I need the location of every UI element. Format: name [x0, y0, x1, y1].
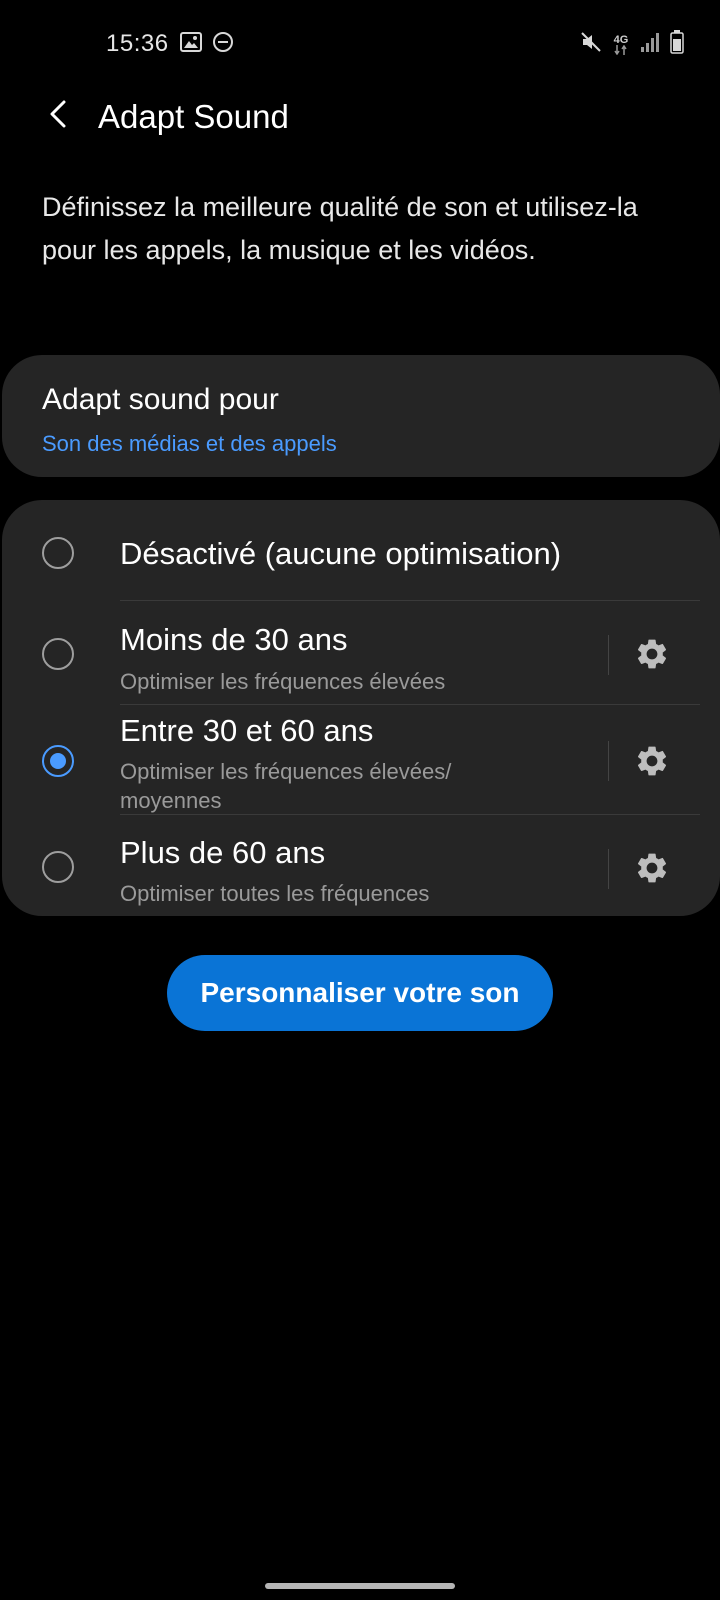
- option-subtitle: Optimiser toutes les fréquences: [120, 881, 430, 906]
- radio-button-selected[interactable]: [42, 745, 74, 777]
- vertical-separator: [608, 635, 609, 675]
- back-button[interactable]: [34, 92, 82, 140]
- radio-button[interactable]: [42, 851, 74, 883]
- navigation-gesture-handle[interactable]: [265, 1583, 455, 1589]
- option-under-30[interactable]: Moins de 30 ans Optimiser les fréquences…: [2, 601, 720, 701]
- signal-icon: [640, 31, 660, 58]
- network-4g-icon: 4G: [612, 34, 630, 55]
- image-icon: [180, 32, 202, 57]
- option-title: Moins de 30 ans: [120, 622, 348, 657]
- radio-button[interactable]: [42, 537, 74, 569]
- chevron-left-icon: [46, 98, 70, 135]
- app-header: Adapt Sound: [0, 86, 720, 150]
- option-title: Désactivé (aucune optimisation): [120, 536, 562, 571]
- dnd-icon: [212, 31, 234, 58]
- option-subtitle: Optimiser les fréquences élevées: [120, 669, 446, 694]
- vertical-separator: [608, 849, 609, 889]
- adapt-sound-for-value: Son des médias et des appels: [42, 431, 337, 456]
- option-off[interactable]: Désactivé (aucune optimisation): [2, 500, 720, 590]
- status-right-icons: 4G: [580, 30, 684, 59]
- age-options-card: Désactivé (aucune optimisation) Moins de…: [2, 500, 720, 916]
- status-bar: 15:36 4G: [0, 0, 720, 90]
- settings-gear-icon[interactable]: [632, 848, 672, 888]
- option-title: Plus de 60 ans: [120, 835, 326, 870]
- adapt-sound-for-setting[interactable]: Adapt sound pour Son des médias et des a…: [2, 355, 720, 477]
- option-title: Entre 30 et 60 ans: [120, 713, 374, 748]
- status-time: 15:36: [106, 30, 169, 57]
- option-subtitle: Optimiser les fréquences élevées/ moyenn…: [120, 759, 452, 813]
- option-over-60[interactable]: Plus de 60 ans Optimiser toutes les fréq…: [2, 815, 720, 915]
- adapt-sound-for-label: Adapt sound pour: [42, 383, 279, 416]
- mute-icon: [580, 31, 602, 58]
- status-left-icons: [180, 31, 234, 58]
- settings-gear-icon[interactable]: [632, 634, 672, 674]
- battery-icon: [670, 30, 684, 59]
- radio-button[interactable]: [42, 638, 74, 670]
- option-30-to-60[interactable]: Entre 30 et 60 ans Optimiser les fréquen…: [2, 705, 720, 813]
- settings-gear-icon[interactable]: [632, 741, 672, 781]
- customize-sound-button[interactable]: Personnaliser votre son: [167, 955, 553, 1031]
- page-title: Adapt Sound: [98, 98, 289, 135]
- page-description: Définissez la meilleure qualité de son e…: [42, 192, 638, 265]
- vertical-separator: [608, 741, 609, 781]
